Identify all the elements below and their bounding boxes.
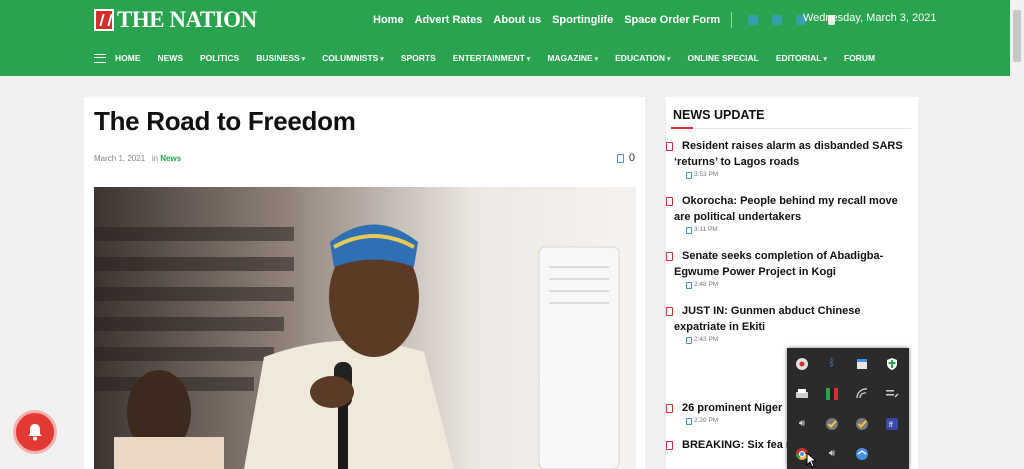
top-link-advert-rates[interactable]: Advert Rates [415, 14, 483, 26]
nav-item-entertainment[interactable]: ENTERTAINMENT [453, 53, 531, 63]
check-icon[interactable] [825, 417, 839, 431]
list-item[interactable]: JUST IN: Gunmen abduct Chinese expatriat… [666, 303, 904, 344]
globe-icon[interactable] [855, 447, 869, 461]
header-date: Wednesday, March 3, 2021 [803, 12, 937, 24]
nav-item-editorial[interactable]: EDITORIAL [776, 53, 827, 63]
article-in-label: in [151, 154, 159, 163]
top-link-home[interactable]: Home [373, 14, 404, 26]
divider [671, 128, 911, 129]
chrome-badge-icon[interactable] [795, 357, 809, 371]
nav-item-politics[interactable]: POLITICS [200, 53, 239, 63]
svg-text:ff: ff [889, 422, 893, 429]
printer-icon[interactable] [795, 387, 809, 401]
comment-count: 0 [628, 152, 635, 164]
divider [731, 12, 733, 28]
list-item[interactable]: Senate seeks completion of Abadigba-Egwu… [666, 248, 904, 289]
news-time: 3:53 PM [686, 171, 904, 179]
nav-item-magazine[interactable]: MAGAZINE [547, 53, 598, 63]
article-category-link[interactable]: News [160, 154, 181, 163]
news-time: 2:48 PM [686, 281, 904, 289]
bell-icon [28, 424, 42, 441]
news-time: 3:11 PM [686, 226, 904, 234]
nav-item-columnists[interactable]: COLUMNISTS [322, 53, 384, 63]
top-links: Home Advert Rates About us Sportinglife … [373, 12, 836, 28]
app-icon[interactable]: ff [885, 417, 899, 431]
wifi-icon[interactable] [855, 387, 869, 401]
news-time: 2:43 PM [686, 336, 904, 344]
site-logo[interactable]: THE NATION [94, 7, 257, 33]
logo-text: THE NATION [117, 7, 257, 32]
top-link-sportinglife[interactable]: Sportinglife [552, 14, 613, 26]
twitter-icon[interactable] [772, 15, 783, 25]
article-date: March 1, 2021 [94, 154, 146, 163]
flag-icon[interactable] [825, 387, 839, 401]
mouse-cursor-icon [806, 452, 816, 468]
news-title[interactable]: Senate seeks completion of Abadigba-Egwu… [666, 248, 904, 280]
list-item[interactable]: Okorocha: People behind my recall move a… [666, 193, 904, 234]
comments-link[interactable]: 0 [616, 152, 635, 164]
logo-mark-icon [94, 9, 114, 31]
news-title[interactable]: Okorocha: People behind my recall move a… [666, 193, 904, 225]
nav-item-business[interactable]: BUSINESS [256, 53, 305, 63]
window-icon[interactable] [855, 357, 869, 371]
facebook-icon[interactable] [748, 15, 759, 25]
news-title[interactable]: Resident raises alarm as disbanded SARS … [666, 138, 904, 170]
article-meta: March 1, 2021 in News [94, 154, 181, 163]
speaker-icon[interactable]: 🔊︎ [825, 447, 839, 461]
comment-icon [616, 153, 624, 163]
main-nav: HOME NEWS POLITICS BUSINESS COLUMNISTS S… [94, 53, 892, 63]
site-header: THE NATION Home Advert Rates About us Sp… [0, 0, 1010, 76]
article-featured-image [94, 187, 636, 469]
top-link-about-us[interactable]: About us [493, 14, 541, 26]
page-scrollbar[interactable] [1010, 0, 1024, 469]
nav-item-news[interactable]: NEWS [158, 53, 184, 63]
nav-item-forum[interactable]: FORUM [844, 53, 875, 63]
bluetooth-icon[interactable]: ᛒ [825, 357, 839, 371]
nav-item-sports[interactable]: SPORTS [401, 53, 436, 63]
sidebar-heading: NEWS UPDATE [673, 108, 765, 122]
nav-item-education[interactable]: EDUCATION [615, 53, 670, 63]
system-tray-overflow: ᛒ 🔊︎ ff 🔊︎ [787, 348, 909, 469]
news-title[interactable]: JUST IN: Gunmen abduct Chinese expatriat… [666, 303, 904, 335]
nav-item-home[interactable]: HOME [115, 53, 141, 63]
scrollbar-thumb[interactable] [1013, 10, 1021, 62]
check-icon[interactable] [855, 417, 869, 431]
speaker-icon[interactable]: 🔊︎ [795, 417, 809, 431]
photo-illustration [94, 187, 636, 469]
article-title: The Road to Freedom [94, 106, 356, 136]
notification-bell-button[interactable] [13, 410, 57, 454]
nav-item-online-special[interactable]: ONLINE SPECIAL [688, 53, 759, 63]
article-card: The Road to Freedom March 1, 2021 in New… [84, 97, 645, 469]
pen-icon[interactable] [885, 387, 899, 401]
list-item[interactable]: Resident raises alarm as disbanded SARS … [666, 138, 904, 179]
top-link-space-order-form[interactable]: Space Order Form [624, 14, 720, 26]
heading-accent [671, 127, 693, 129]
menu-hamburger-icon[interactable] [94, 53, 106, 63]
shield-icon[interactable] [885, 357, 899, 371]
